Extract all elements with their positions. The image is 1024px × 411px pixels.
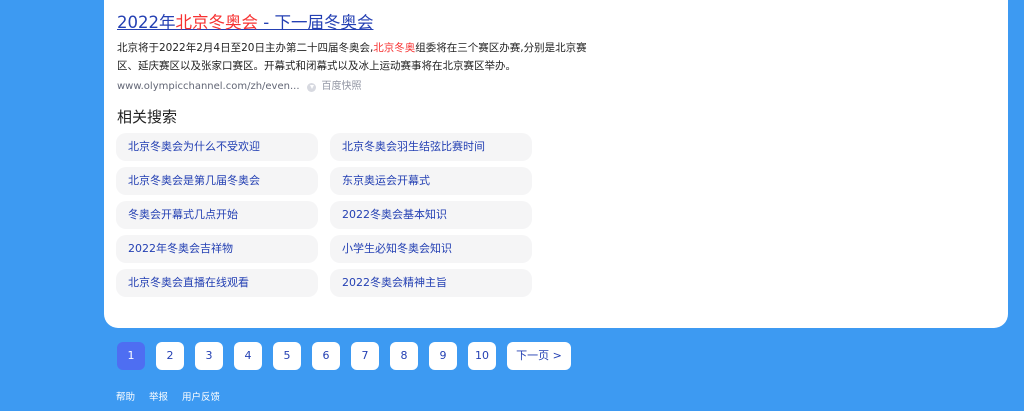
- search-result: 2022年北京冬奥会 - 下一届冬奥会 北京将于2022年2月4日至20日主办第…: [117, 12, 587, 95]
- snapshot-link[interactable]: 百度快照: [322, 79, 362, 95]
- result-title-suffix: - 下一届冬奥会: [258, 13, 374, 32]
- related-searches-grid: 北京冬奥会为什么不受欢迎 北京冬奥会羽生结弦比赛时间 北京冬奥会是第几届冬奥会 …: [116, 133, 532, 297]
- report-link[interactable]: 举报: [149, 391, 168, 405]
- related-search-item[interactable]: 2022冬奥会基本知识: [330, 201, 532, 229]
- page-1-button[interactable]: 1: [117, 342, 145, 370]
- related-search-item[interactable]: 2022冬奥会精神主旨: [330, 269, 532, 297]
- page-2-button[interactable]: 2: [156, 342, 184, 370]
- result-abstract: 北京将于2022年2月4日至20日主办第二十四届冬奥会,北京冬奥组委将在三个赛区…: [117, 39, 587, 75]
- page-3-button[interactable]: 3: [195, 342, 223, 370]
- page-9-button[interactable]: 9: [429, 342, 457, 370]
- page-6-button[interactable]: 6: [312, 342, 340, 370]
- feedback-link[interactable]: 用户反馈: [182, 391, 220, 405]
- result-title-prefix: 2022年: [117, 13, 176, 32]
- abstract-text-1: 北京将于2022年2月4日至20日主办第二十四届冬奥会,: [117, 42, 374, 54]
- related-search-item[interactable]: 小学生必知冬奥会知识: [330, 235, 532, 263]
- page-4-button[interactable]: 4: [234, 342, 262, 370]
- results-card: 2022年北京冬奥会 - 下一届冬奥会 北京将于2022年2月4日至20日主办第…: [104, 0, 1008, 328]
- related-search-item[interactable]: 北京冬奥会直播在线观看: [116, 269, 318, 297]
- pagination: 1 2 3 4 5 6 7 8 9 10 下一页 >: [117, 342, 571, 370]
- page-10-button[interactable]: 10: [468, 342, 496, 370]
- result-source: www.olympicchannel.com/zh/even... 百度快照: [117, 79, 587, 95]
- related-search-item[interactable]: 北京冬奥会为什么不受欢迎: [116, 133, 318, 161]
- footer: 帮助 举报 用户反馈: [116, 391, 220, 405]
- abstract-highlight: 北京冬奥: [373, 42, 416, 54]
- related-search-item[interactable]: 北京冬奥会羽生结弦比赛时间: [330, 133, 532, 161]
- page-7-button[interactable]: 7: [351, 342, 379, 370]
- page-5-button[interactable]: 5: [273, 342, 301, 370]
- related-searches-title: 相关搜索: [117, 108, 178, 126]
- next-page-button[interactable]: 下一页 >: [507, 342, 571, 370]
- related-search-item[interactable]: 东京奥运会开幕式: [330, 167, 532, 195]
- result-title-highlight: 北京冬奥会: [175, 13, 259, 32]
- help-link[interactable]: 帮助: [116, 391, 135, 405]
- page-8-button[interactable]: 8: [390, 342, 418, 370]
- related-search-item[interactable]: 冬奥会开幕式几点开始: [116, 201, 318, 229]
- dropdown-icon[interactable]: [306, 82, 316, 92]
- related-search-item[interactable]: 2022年冬奥会吉祥物: [116, 235, 318, 263]
- related-search-item[interactable]: 北京冬奥会是第几届冬奥会: [116, 167, 318, 195]
- result-title-link[interactable]: 2022年北京冬奥会 - 下一届冬奥会: [117, 12, 373, 34]
- result-url[interactable]: www.olympicchannel.com/zh/even...: [117, 79, 300, 95]
